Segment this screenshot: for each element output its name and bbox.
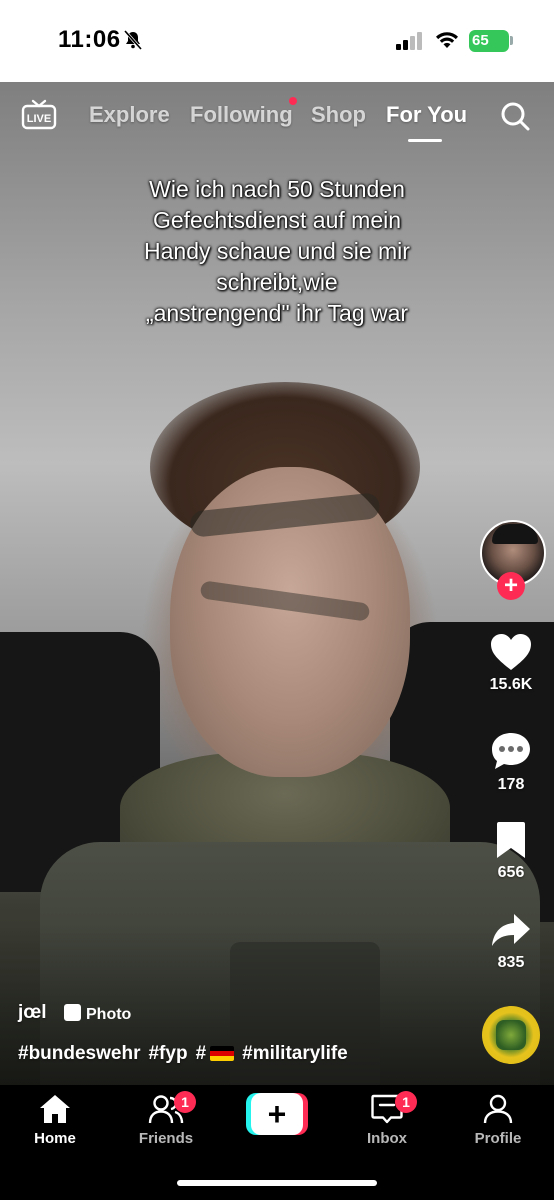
hashtag[interactable]: #fyp [148, 1043, 187, 1064]
comment-button[interactable]: 178 [476, 730, 546, 794]
hashtag[interactable]: #militarylife [242, 1043, 348, 1064]
silent-bell-icon [123, 30, 143, 50]
caption-line: „anstrengend" ihr Tag war [145, 300, 409, 326]
home-icon [40, 1095, 70, 1123]
music-disc-icon[interactable] [482, 1006, 540, 1064]
caption-line: Gefechtsdienst auf mein [152, 207, 402, 233]
tab-friends[interactable]: Friends 1 [116, 1091, 216, 1147]
save-button[interactable]: 656 [476, 820, 546, 882]
caption-line: Wie ich nach 50 Stunden [149, 176, 405, 202]
germany-flag-icon [210, 1046, 235, 1061]
avatar-cap [492, 524, 538, 544]
hashtag[interactable]: #bundeswehr [18, 1043, 140, 1064]
tab-inbox-label: Inbox [367, 1130, 407, 1147]
tab-profile-label: Profile [474, 1130, 522, 1147]
like-count: 15.6K [489, 676, 533, 693]
home-indicator[interactable] [177, 1180, 377, 1186]
status-bar: 11:06 65 [0, 0, 554, 82]
follow-button[interactable]: + [497, 572, 525, 600]
search-icon[interactable] [499, 100, 531, 132]
bookmark-icon [497, 822, 525, 858]
action-rail: + 15.6K 178 656 835 [476, 520, 548, 1064]
battery-indicator: 65 [469, 30, 509, 52]
live-label: LIVE [27, 113, 51, 125]
tab-friends-label: Friends [138, 1130, 194, 1147]
hashtag-list: #bundeswehr #fyp # #militarylife [18, 1043, 356, 1065]
plus-icon: + [251, 1093, 303, 1135]
live-icon[interactable]: LIVE [21, 98, 57, 130]
tab-profile[interactable]: Profile [448, 1093, 548, 1147]
share-icon [492, 914, 530, 946]
tab-home[interactable]: Home [5, 1093, 105, 1147]
author-name[interactable]: jœl [18, 1002, 47, 1024]
tab-shop[interactable]: Shop [311, 102, 366, 128]
comment-count: 178 [497, 776, 525, 793]
tab-following[interactable]: Following [190, 102, 293, 128]
top-nav: LIVE Explore Following Shop For You [0, 92, 554, 142]
inbox-badge: 1 [395, 1091, 417, 1113]
battery-tip [510, 36, 513, 45]
tab-home-label: Home [34, 1130, 76, 1147]
active-tab-indicator [408, 139, 442, 142]
friends-badge: 1 [174, 1091, 196, 1113]
status-time: 11:06 [58, 26, 121, 53]
following-notification-dot [289, 97, 297, 105]
hashtag[interactable]: # [196, 1043, 207, 1064]
create-button[interactable]: + [246, 1093, 308, 1135]
music-disc-art [496, 1020, 526, 1050]
profile-icon [483, 1094, 513, 1124]
tab-for-you[interactable]: For You [386, 102, 467, 128]
tab-explore[interactable]: Explore [89, 102, 170, 128]
caption-line: Handy schaue und sie mir [144, 238, 410, 264]
photo-badge-label: Photo [86, 1006, 132, 1023]
share-button[interactable]: 835 [476, 912, 546, 972]
signal-icon [396, 32, 422, 50]
video-caption: Wie ich nach 50 Stunden Gefechtsdienst a… [90, 174, 464, 329]
comment-icon [492, 733, 530, 769]
photo-badge: Photo [64, 1004, 131, 1024]
like-button[interactable]: 15.6K [476, 632, 546, 694]
wifi-icon [436, 32, 458, 48]
tiktok-screen: 11:06 65 LIVE Explore Following Shop For… [0, 0, 554, 1200]
photo-icon [64, 1004, 81, 1021]
caption-line: schreibt,wie [216, 269, 338, 295]
share-count: 835 [497, 954, 525, 971]
save-count: 656 [497, 864, 525, 881]
tab-inbox[interactable]: Inbox 1 [337, 1091, 437, 1147]
heart-icon [491, 634, 531, 670]
